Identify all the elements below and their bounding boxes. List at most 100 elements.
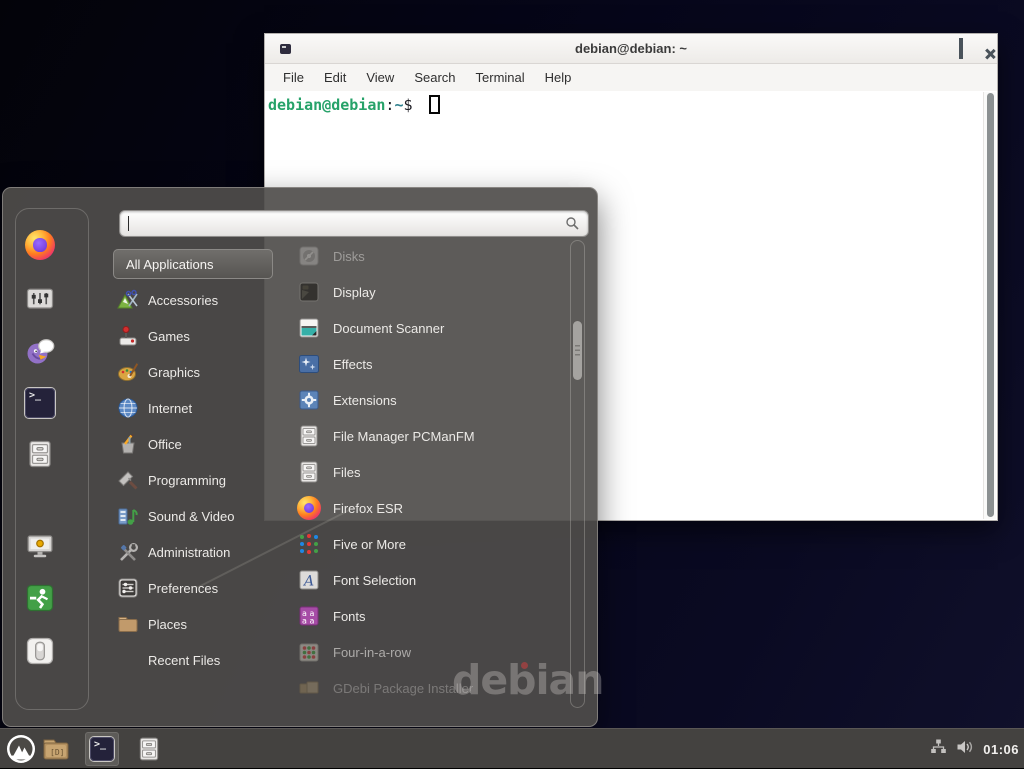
terminal-title: debian@debian: ~	[265, 41, 997, 56]
category-administration[interactable]: Administration	[113, 534, 273, 570]
app-label: Four-in-a-row	[333, 645, 411, 660]
favorite-shutdown-button[interactable]	[25, 636, 55, 666]
file-cabinet-icon	[297, 460, 321, 484]
category-label: Internet	[148, 401, 192, 416]
logout-icon	[25, 583, 55, 613]
display-icon	[297, 280, 321, 304]
recent-files-icon-placeholder	[117, 649, 139, 671]
fonts-icon: a a a a	[297, 604, 321, 628]
application-menu: All Applications Accessories Games	[2, 187, 598, 727]
app-file-manager-pcmanfm[interactable]: File Manager PCManFM	[281, 418, 569, 454]
graphics-icon	[117, 361, 139, 383]
favorite-logout-button[interactable]	[25, 583, 55, 613]
search-icon	[565, 216, 580, 231]
category-programming[interactable]: Programming	[113, 462, 273, 498]
maximize-icon	[959, 38, 963, 59]
favorite-files-button[interactable]	[25, 439, 55, 469]
category-label: Places	[148, 617, 187, 632]
category-accessories[interactable]: Accessories	[113, 282, 273, 318]
network-indicator[interactable]	[930, 738, 947, 760]
category-graphics[interactable]: Graphics	[113, 354, 273, 390]
control-center-icon	[25, 283, 55, 313]
terminal-prompt-line: debian@debian:~$	[268, 95, 994, 114]
category-label: All Applications	[126, 257, 213, 272]
app-label: Five or More	[333, 537, 406, 552]
search-input[interactable]	[129, 216, 565, 231]
menu-view[interactable]: View	[356, 67, 404, 88]
menu-button[interactable]	[6, 734, 36, 764]
category-sound-video[interactable]: Sound & Video	[113, 498, 273, 534]
menu-file[interactable]: File	[273, 67, 314, 88]
app-fonts[interactable]: a a a a Fonts	[281, 598, 569, 634]
category-games[interactable]: Games	[113, 318, 273, 354]
file-cabinet-icon	[25, 439, 55, 469]
maximize-button[interactable]	[959, 40, 963, 58]
app-font-selection[interactable]: A Font Selection	[281, 562, 569, 598]
app-effects[interactable]: Effects	[281, 346, 569, 382]
sound-video-icon	[117, 505, 139, 527]
app-extensions[interactable]: Extensions	[281, 382, 569, 418]
favorite-pidgin-button[interactable]	[25, 336, 55, 366]
app-five-or-more[interactable]: Five or More	[281, 526, 569, 562]
taskbar-terminal-window-button[interactable]	[85, 732, 119, 766]
preferences-icon	[117, 577, 139, 599]
category-label: Sound & Video	[148, 509, 235, 524]
favorite-settings-button[interactable]	[25, 283, 55, 313]
menu-search[interactable]: Search	[404, 67, 465, 88]
category-recent-files[interactable]: Recent Files	[113, 642, 273, 678]
app-label: Effects	[333, 357, 373, 372]
category-internet[interactable]: Internet	[113, 390, 273, 426]
app-disks[interactable]: Disks	[281, 238, 569, 274]
category-places[interactable]: Places	[113, 606, 273, 642]
programming-icon	[117, 469, 139, 491]
document-scanner-icon	[297, 316, 321, 340]
app-files[interactable]: Files	[281, 454, 569, 490]
category-label: Administration	[148, 545, 230, 560]
file-cabinet-icon	[136, 736, 162, 762]
terminal-scrollbar-thumb[interactable]	[987, 93, 994, 517]
favorite-terminal-button[interactable]	[25, 388, 55, 418]
app-display[interactable]: Display	[281, 274, 569, 310]
administration-icon	[117, 541, 139, 563]
favorite-lock-screen-button[interactable]	[25, 531, 55, 561]
terminal-menubar: File Edit View Search Terminal Help	[265, 64, 997, 91]
app-label: Files	[333, 465, 360, 480]
taskbar-clock[interactable]: 01:06	[983, 742, 1019, 757]
prompt-dollar: $	[403, 96, 421, 114]
lock-screen-icon	[25, 531, 55, 561]
menu-terminal[interactable]: Terminal	[466, 67, 535, 88]
terminal-scrollbar[interactable]	[983, 92, 996, 519]
prompt-path: ~	[394, 96, 403, 114]
terminal-titlebar[interactable]: debian@debian: ~	[265, 34, 997, 64]
app-firefox-esr[interactable]: Firefox ESR	[281, 490, 569, 526]
file-manager-launcher[interactable]: [D]	[42, 736, 70, 762]
category-label: Graphics	[148, 365, 200, 380]
gdebi-icon	[297, 676, 321, 700]
wallpaper-watermark-red-dot	[521, 662, 528, 669]
app-list-scrollbar-thumb[interactable]	[573, 321, 582, 380]
menu-help[interactable]: Help	[535, 67, 582, 88]
file-cabinet-icon	[297, 424, 321, 448]
app-gdebi-package-installer[interactable]: GDebi Package Installer	[281, 670, 569, 706]
network-icon	[930, 738, 947, 755]
app-label: Fonts	[333, 609, 366, 624]
category-label: Programming	[148, 473, 226, 488]
disks-icon	[297, 244, 321, 268]
category-all-applications[interactable]: All Applications	[113, 249, 273, 279]
menu-edit[interactable]: Edit	[314, 67, 356, 88]
extensions-icon	[297, 388, 321, 412]
menu-search-box[interactable]	[119, 210, 589, 237]
volume-indicator[interactable]	[956, 739, 974, 760]
accessories-icon	[117, 289, 139, 311]
favorite-firefox-button[interactable]	[25, 230, 55, 260]
app-label: File Manager PCManFM	[333, 429, 475, 444]
category-preferences[interactable]: Preferences	[113, 570, 273, 606]
svg-text:a a: a a	[302, 617, 314, 626]
app-label: Extensions	[333, 393, 397, 408]
category-label: Office	[148, 437, 182, 452]
taskbar-files-button[interactable]	[136, 736, 162, 762]
app-list-scrollbar[interactable]	[570, 240, 585, 708]
pidgin-icon	[25, 336, 55, 366]
category-office[interactable]: Office	[113, 426, 273, 462]
app-document-scanner[interactable]: Document Scanner	[281, 310, 569, 346]
